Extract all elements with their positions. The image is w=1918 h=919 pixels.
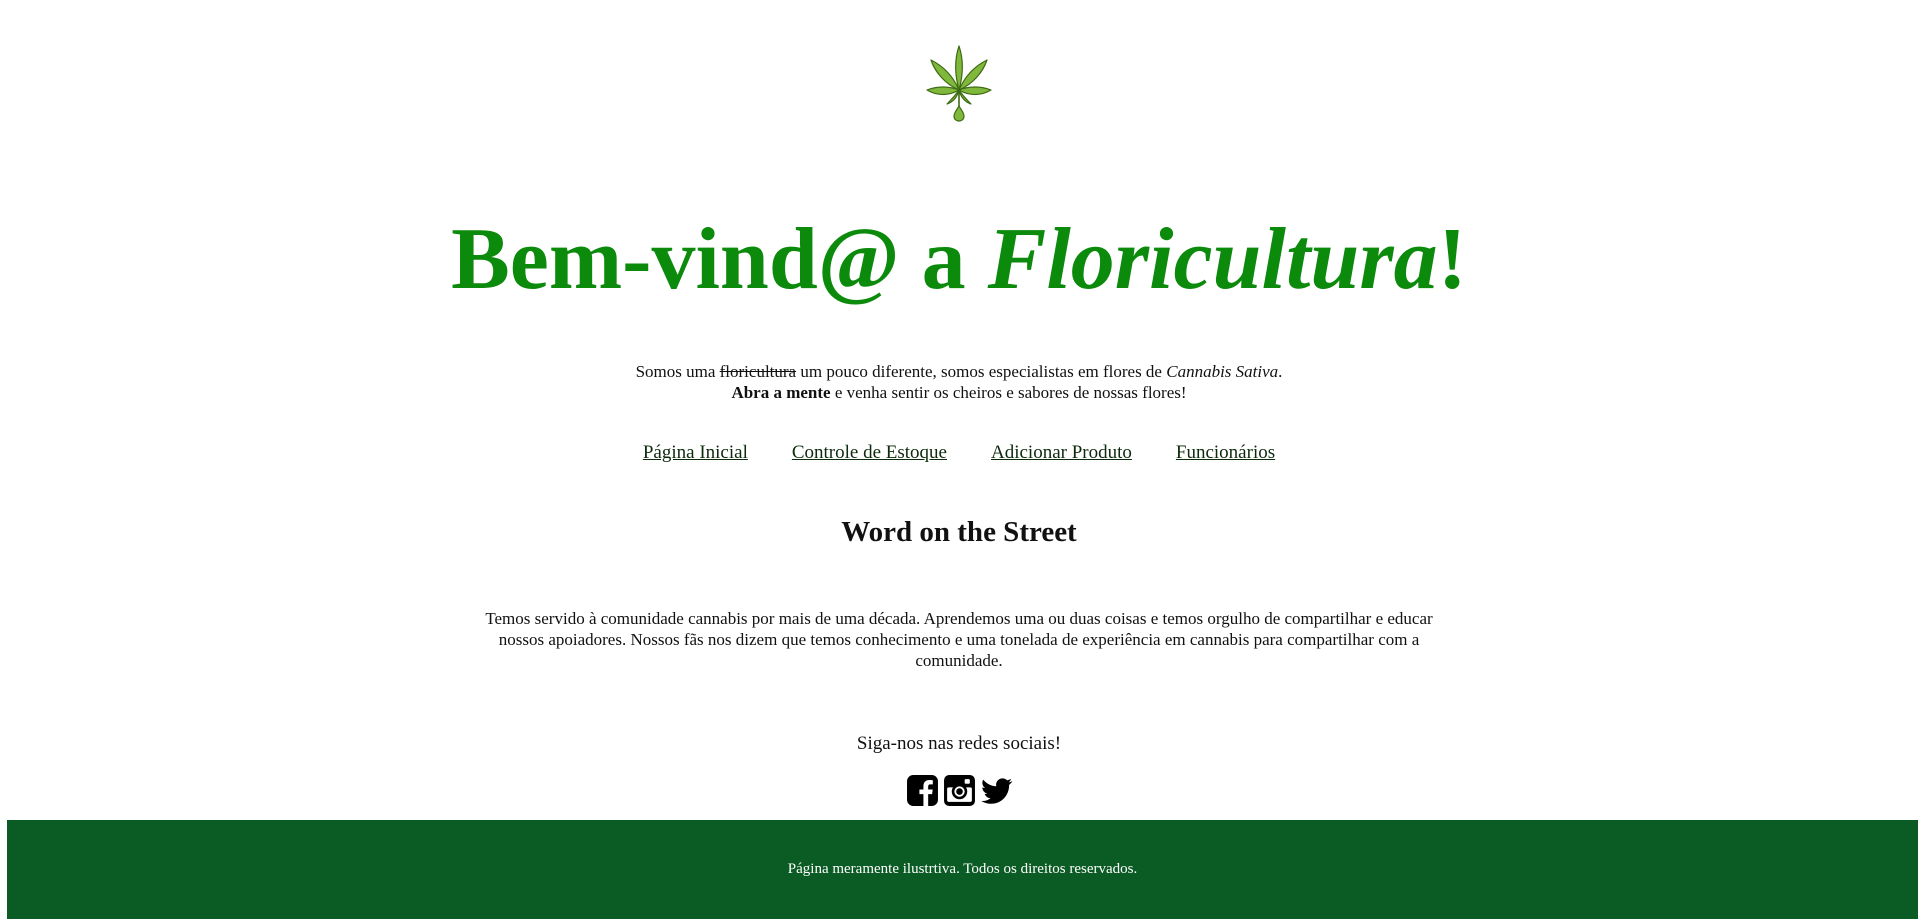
nav-link-home[interactable]: Página Inicial xyxy=(643,442,748,464)
title-emphasis: Floricultura xyxy=(987,211,1438,308)
facebook-icon[interactable] xyxy=(906,774,939,807)
title-suffix: ! xyxy=(1437,211,1467,308)
intro-part2: um pouco diferente, somos especialistas … xyxy=(796,362,1167,381)
main-nav: Página Inicial Controle de Estoque Adici… xyxy=(0,442,1918,464)
nav-link-staff[interactable]: Funcionários xyxy=(1176,442,1275,464)
intro-struck-word: floricultura xyxy=(719,362,797,381)
footer-text: Página meramente ilustrtiva. Todos os di… xyxy=(787,861,1138,877)
instagram-icon[interactable] xyxy=(943,774,976,807)
intro-part1: Somos uma xyxy=(635,362,720,381)
intro-species: Cannabis Sativa xyxy=(1166,362,1279,381)
intro-text: Somos uma floricultura um pouco diferent… xyxy=(0,361,1918,403)
nav-link-stock-control[interactable]: Controle de Estoque xyxy=(792,442,947,464)
page-title: Bem-vind@ a Floricultura! xyxy=(0,210,1918,310)
nav-link-add-product[interactable]: Adicionar Produto xyxy=(991,442,1132,464)
footer: Página meramente ilustrtiva. Todos os di… xyxy=(7,820,1918,919)
about-text: Temos servido à comunidade cannabis por … xyxy=(485,609,1433,670)
cannabis-leaf-icon xyxy=(926,45,992,122)
intro-part3: . xyxy=(1278,362,1283,381)
social-heading: Siga-nos nas redes sociais! xyxy=(856,733,1062,754)
social-links xyxy=(0,774,1918,807)
intro-part4: e venha sentir os cheiros e sabores de n… xyxy=(830,383,1187,402)
title-prefix: Bem-vind@ a xyxy=(451,211,988,308)
intro-bold: Abra a mente xyxy=(731,383,831,402)
twitter-icon[interactable] xyxy=(980,774,1013,807)
section-title: Word on the Street xyxy=(841,516,1077,548)
